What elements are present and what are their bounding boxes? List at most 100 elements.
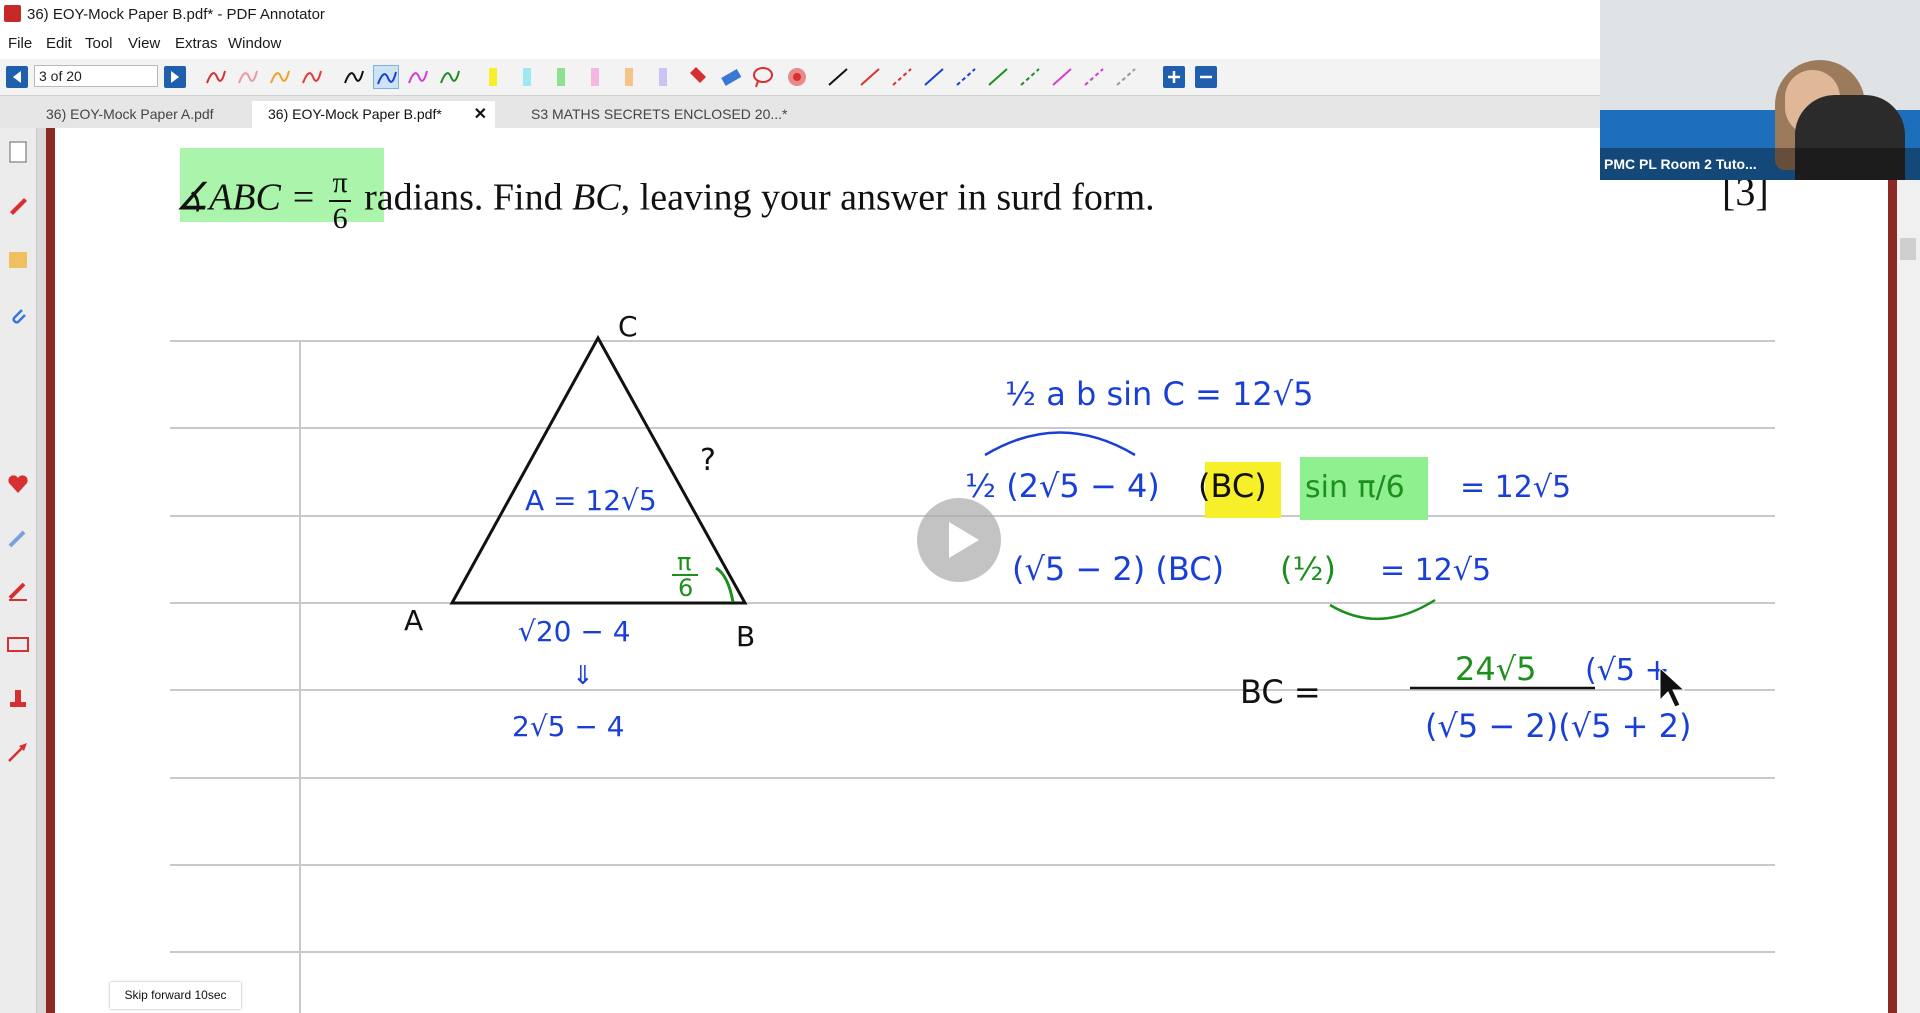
pen-tool-blue[interactable] — [373, 65, 399, 89]
skip-forward-tooltip: Skip forward 10sec — [110, 982, 241, 1009]
app-icon — [4, 5, 21, 22]
highlighter-icon — [659, 68, 667, 86]
line-tool-green[interactable] — [985, 65, 1011, 89]
pen-tool-pink[interactable] — [235, 65, 261, 89]
plus-icon — [1168, 71, 1180, 83]
play-icon — [949, 522, 979, 558]
dashed-line-icon — [1084, 68, 1104, 86]
line-tool-red[interactable] — [857, 65, 883, 89]
pen-tool-green[interactable] — [437, 65, 463, 89]
menu-edit[interactable]: Edit — [46, 35, 72, 52]
tab-mock-paper-a[interactable]: 36) EOY-Mock Paper A.pdf — [30, 101, 255, 128]
question-bc: BC — [572, 176, 621, 219]
note-icon[interactable] — [6, 248, 30, 272]
highlighter-icon — [591, 68, 599, 86]
scrollbar-thumb[interactable] — [1900, 238, 1916, 260]
line-tool-blue[interactable] — [921, 65, 947, 89]
paperclip-icon[interactable] — [6, 304, 30, 328]
dashed-line-icon — [1116, 68, 1136, 86]
marker-tool[interactable] — [686, 65, 712, 89]
question-text: ∡ABC = π6 radians. Find BC, leaving your… — [175, 168, 1155, 234]
line-tool-gray-dashed[interactable] — [1113, 65, 1139, 89]
line-tool-magenta-dashed[interactable] — [1081, 65, 1107, 89]
highlighter-cyan[interactable] — [514, 65, 540, 89]
dashed-line-icon — [1020, 68, 1040, 86]
menu-view[interactable]: View — [128, 35, 160, 52]
marker-icon[interactable] — [6, 578, 30, 602]
webcam-video — [1600, 0, 1920, 180]
dashed-line-icon — [956, 68, 976, 86]
line-tool-green-dashed[interactable] — [1017, 65, 1043, 89]
page-number-input[interactable] — [34, 65, 158, 87]
next-page-button[interactable] — [164, 66, 186, 88]
pen-icon — [206, 70, 226, 84]
pen-icon — [238, 70, 258, 84]
line-icon — [1052, 68, 1072, 86]
highlighter-pink[interactable] — [582, 65, 608, 89]
zoom-out-button[interactable] — [1195, 66, 1217, 88]
tab-label: 36) EOY-Mock Paper A.pdf — [46, 106, 214, 122]
pen-icon — [440, 70, 460, 84]
pi-over-6: π6 — [329, 168, 351, 235]
minus-icon — [1200, 75, 1212, 79]
line-tool-black[interactable] — [825, 65, 851, 89]
highlighter-yellow[interactable] — [480, 65, 506, 89]
stamp-icon[interactable] — [6, 686, 30, 710]
menu-window[interactable]: Window — [228, 35, 281, 52]
play-button[interactable] — [917, 498, 1001, 582]
text-box-icon[interactable] — [6, 632, 30, 656]
highlighter-lavender[interactable] — [650, 65, 676, 89]
target-icon — [788, 68, 806, 86]
pen-tool-orange[interactable] — [267, 65, 293, 89]
left-tool-panel — [0, 128, 37, 1013]
line-icon — [988, 68, 1008, 86]
pen-tool-red[interactable] — [203, 65, 229, 89]
pen-tool-black[interactable] — [341, 65, 367, 89]
pen-icon — [302, 70, 322, 84]
close-icon[interactable]: ✕ — [474, 101, 487, 128]
vertical-scrollbar[interactable] — [1897, 128, 1920, 1013]
lasso-icon — [753, 67, 773, 88]
pen-icon — [408, 70, 428, 84]
line-tool-magenta[interactable] — [1049, 65, 1075, 89]
line-icon — [828, 68, 848, 86]
highlighter-icon — [625, 68, 633, 86]
highlighter-green[interactable] — [548, 65, 574, 89]
pen-tool-red-2[interactable] — [299, 65, 325, 89]
arrow-left-icon — [13, 71, 21, 83]
tab-mock-paper-b[interactable]: 36) EOY-Mock Paper B.pdf* ✕ — [252, 101, 495, 128]
page-border-right — [1888, 128, 1897, 1013]
zoom-in-button[interactable] — [1163, 66, 1185, 88]
document-tab-bar: 36) EOY-Mock Paper A.pdf 36) EOY-Mock Pa… — [0, 96, 1600, 128]
question-suffix: radians. Find — [364, 176, 563, 219]
menu-tool[interactable]: Tool — [85, 35, 113, 52]
arrow-icon[interactable] — [6, 740, 30, 764]
webcam-label: PMC PL Room 2 Tuto... — [1604, 156, 1757, 172]
window-title: 36) EOY-Mock Paper B.pdf* - PDF Annotato… — [27, 6, 325, 23]
pen-icon — [377, 71, 397, 85]
menu-file[interactable]: File — [8, 35, 32, 52]
menu-extras[interactable]: Extras — [175, 35, 218, 52]
previous-page-button[interactable] — [6, 66, 28, 88]
pen-tool-magenta[interactable] — [405, 65, 431, 89]
pen-icon[interactable] — [6, 192, 30, 216]
heart-icon[interactable] — [6, 472, 30, 496]
dashed-line-icon — [892, 68, 912, 86]
highlighter-icon — [489, 68, 497, 86]
tab-label: 36) EOY-Mock Paper B.pdf* — [268, 106, 442, 122]
highlighter-icon — [523, 68, 531, 86]
tab-s3-maths-secrets[interactable]: S3 MATHS SECRETS ENCLOSED 20...* — [515, 101, 795, 128]
line-icon — [860, 68, 880, 86]
stamp-tool[interactable] — [784, 65, 810, 89]
lasso-tool[interactable] — [750, 65, 776, 89]
fraction-denominator: 6 — [332, 202, 348, 235]
fraction-numerator: π — [329, 168, 351, 202]
brush-icon[interactable] — [6, 526, 30, 550]
page-thumbnail-icon[interactable] — [6, 140, 30, 164]
line-tool-red-dashed[interactable] — [889, 65, 915, 89]
eraser-tool[interactable] — [718, 65, 744, 89]
marker-icon — [690, 67, 706, 83]
line-icon — [924, 68, 944, 86]
highlighter-orange[interactable] — [616, 65, 642, 89]
line-tool-blue-dashed[interactable] — [953, 65, 979, 89]
